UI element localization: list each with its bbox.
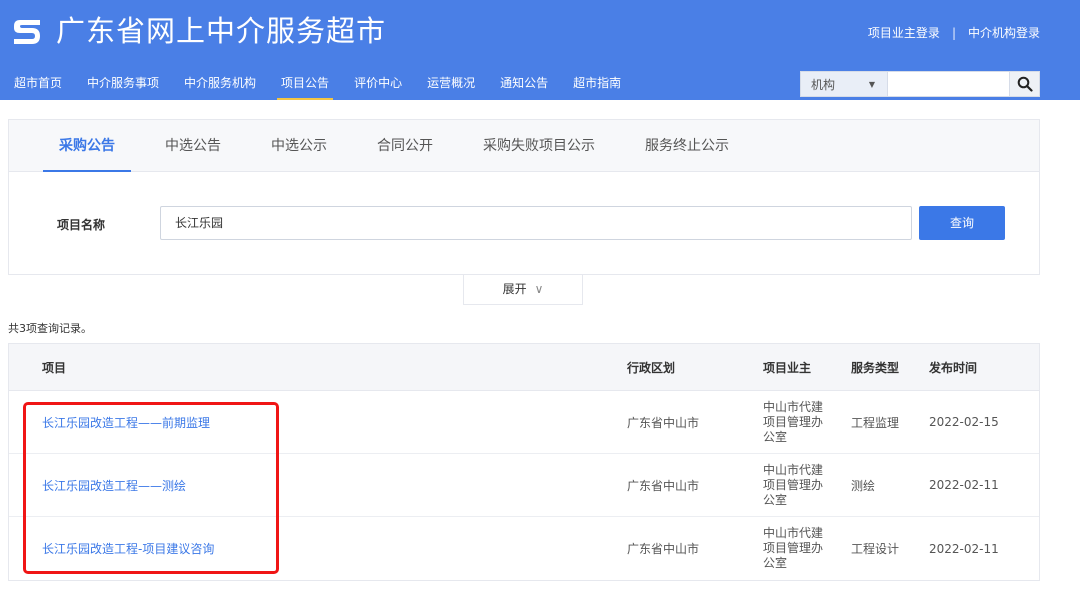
table-row: 长江乐园改造工程——前期监理 广东省中山市 中山市代建项目管理办公室 工程监理 … — [9, 391, 1039, 454]
tab-selected-publicity[interactable]: 中选公示 — [255, 120, 343, 171]
project-link[interactable]: 长江乐园改造工程——测绘 — [42, 479, 186, 493]
query-button[interactable]: 查询 — [919, 206, 1005, 240]
nav-item-home[interactable]: 超市首页 — [14, 74, 62, 100]
tab-procurement-notice[interactable]: 采购公告 — [43, 120, 131, 172]
nav-item-agencies[interactable]: 中介服务机构 — [184, 74, 256, 100]
main-nav: 超市首页 中介服务事项 中介服务机构 项目公告 评价中心 运营概况 通知公告 超… — [14, 74, 646, 100]
nav-item-guide[interactable]: 超市指南 — [573, 74, 621, 100]
date-cell: 2022-02-11 — [929, 541, 999, 556]
site-title: 广东省网上中介服务超市 — [56, 14, 387, 48]
type-cell: 测绘 — [851, 478, 876, 493]
column-header-project: 项目 — [42, 360, 67, 375]
filter-panel: 采购公告 中选公告 中选公示 合同公开 采购失败项目公示 服务终止公示 项目名称… — [8, 119, 1040, 275]
tab-failed-procurement[interactable]: 采购失败项目公示 — [467, 120, 611, 171]
column-header-date: 发布时间 — [929, 360, 978, 375]
owner-cell: 中山市代建项目管理办公室 — [763, 399, 824, 444]
table-row: 长江乐园改造工程-项目建议咨询 广东省中山市 中山市代建项目管理办公室 工程设计… — [9, 517, 1039, 580]
top-links: 项目业主登录 | 中介机构登录 — [868, 24, 1040, 41]
project-link[interactable]: 长江乐园改造工程——前期监理 — [42, 416, 210, 430]
search-button[interactable] — [1010, 71, 1040, 97]
results-table: 项目 行政区划 项目业主 服务类型 发布时间 长江乐园改造工程——前期监理 广东… — [8, 343, 1040, 581]
result-count: 共3项查询记录。 — [8, 322, 92, 335]
project-link[interactable]: 长江乐园改造工程-项目建议咨询 — [42, 542, 214, 556]
table-header: 项目 行政区划 项目业主 服务类型 发布时间 — [9, 344, 1039, 391]
area-cell: 广东省中山市 — [627, 415, 700, 430]
agency-login-link[interactable]: 中介机构登录 — [968, 24, 1040, 41]
nav-item-notices[interactable]: 通知公告 — [500, 74, 548, 100]
project-name-input[interactable]: 长江乐园 — [160, 206, 912, 240]
site-header: 广东省网上中介服务超市 项目业主登录 | 中介机构登录 超市首页 中介服务事项 … — [0, 0, 1080, 100]
nav-item-announcements[interactable]: 项目公告 — [277, 74, 334, 100]
header-search: 机构 ▼ — [800, 71, 1040, 97]
search-category-value: 机构 — [811, 78, 836, 92]
column-header-owner: 项目业主 — [763, 360, 812, 375]
project-name-label: 项目名称 — [57, 218, 106, 232]
column-header-type: 服务类型 — [851, 360, 900, 375]
area-cell: 广东省中山市 — [627, 542, 700, 556]
search-input[interactable] — [888, 71, 1010, 97]
caret-down-icon: ▼ — [868, 80, 875, 89]
tab-selected-notice[interactable]: 中选公告 — [149, 120, 237, 171]
type-cell: 工程监理 — [851, 415, 900, 430]
expand-toggle[interactable]: 展开 ∨ — [463, 275, 583, 305]
date-cell: 2022-02-15 — [929, 415, 999, 429]
tab-contract-disclosure[interactable]: 合同公开 — [361, 120, 449, 171]
owner-cell: 中山市代建项目管理办公室 — [763, 462, 824, 507]
table-row: 长江乐园改造工程——测绘 广东省中山市 中山市代建项目管理办公室 测绘 2022… — [9, 454, 1039, 517]
area-cell: 广东省中山市 — [627, 478, 700, 493]
type-cell: 工程设计 — [851, 542, 900, 556]
search-category-select[interactable]: 机构 ▼ — [800, 71, 888, 97]
column-header-area: 行政区划 — [627, 360, 676, 375]
link-separator: | — [951, 25, 956, 40]
chevron-down-icon: ∨ — [534, 282, 544, 296]
owner-cell: 中山市代建项目管理办公室 — [763, 526, 824, 570]
owner-login-link[interactable]: 项目业主登录 — [868, 24, 940, 41]
nav-item-service-items[interactable]: 中介服务事项 — [87, 74, 159, 100]
expand-label: 展开 — [502, 282, 527, 296]
date-cell: 2022-02-11 — [929, 478, 999, 492]
nav-item-operations[interactable]: 运营概况 — [427, 74, 475, 100]
announcement-tabs: 采购公告 中选公告 中选公示 合同公开 采购失败项目公示 服务终止公示 — [9, 120, 1039, 172]
tab-service-termination[interactable]: 服务终止公示 — [629, 120, 745, 171]
search-icon — [1017, 76, 1033, 92]
nav-item-evaluation[interactable]: 评价中心 — [354, 74, 402, 100]
logo-icon[interactable] — [10, 14, 44, 48]
